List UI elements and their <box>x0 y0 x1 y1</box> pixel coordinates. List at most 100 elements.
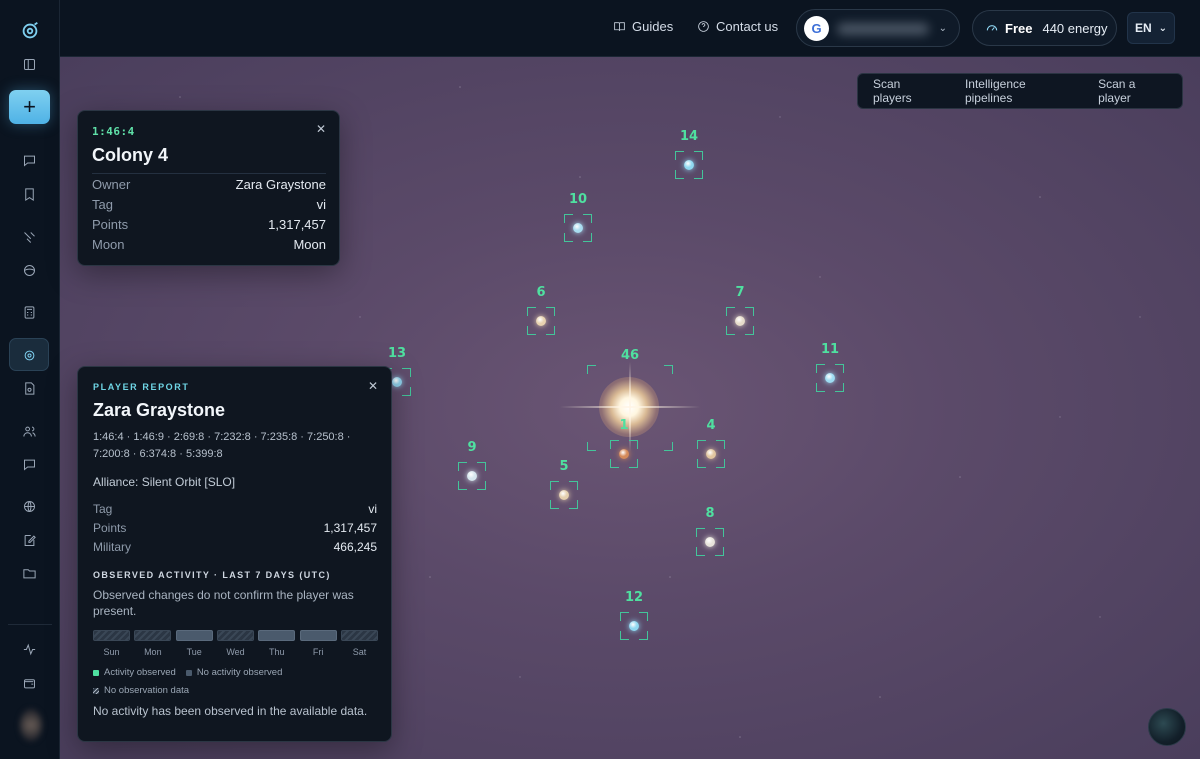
wallet-icon[interactable] <box>16 669 44 697</box>
bracket <box>816 383 825 392</box>
close-icon[interactable]: ✕ <box>368 379 378 393</box>
row-value: vi <box>368 502 377 516</box>
bracket <box>694 151 703 160</box>
planet-slot[interactable]: 6 <box>527 285 555 335</box>
planet <box>684 160 694 170</box>
planet-number: 5 <box>559 459 569 474</box>
chat-icon[interactable] <box>16 146 44 174</box>
row-value: 466,245 <box>333 540 377 554</box>
planet-slot[interactable]: 1 <box>610 418 638 468</box>
row-value: Zara Graystone <box>235 177 326 192</box>
divider <box>92 173 326 174</box>
bracket <box>696 547 705 556</box>
bracket <box>620 631 629 640</box>
row-value: vi <box>316 197 326 212</box>
planet-slot[interactable]: 4 <box>697 418 725 468</box>
colony-coords: 1:46:4 <box>92 125 135 138</box>
bracket <box>639 631 648 640</box>
planet-number: 12 <box>624 590 644 605</box>
day-bar <box>258 630 296 641</box>
contact-link[interactable]: Contact us <box>697 19 778 34</box>
bracket <box>402 368 411 377</box>
bracket <box>675 170 684 179</box>
messages-icon[interactable] <box>16 450 44 478</box>
globe-icon[interactable] <box>16 492 44 520</box>
topbar: Guides Contact us G ⌄ Free 440 energy EN… <box>60 0 1200 57</box>
plan-label: Free <box>1005 20 1033 36</box>
chevron-down-icon: ⌄ <box>1158 22 1168 34</box>
folder-icon[interactable] <box>16 559 44 587</box>
planet <box>825 373 835 383</box>
bracket <box>639 612 648 621</box>
sidebar-divider <box>8 624 52 625</box>
bracket <box>564 233 573 242</box>
bookmark-icon[interactable] <box>16 180 44 208</box>
guides-link[interactable]: Guides <box>613 19 673 34</box>
map-tabs: Scan players Intelligence pipelines Scan… <box>857 73 1183 109</box>
planet-slot[interactable]: 11 <box>816 342 844 392</box>
report-label: PLAYER REPORT <box>93 382 190 392</box>
help-circle-icon <box>698 21 709 32</box>
language-value: EN <box>1134 21 1152 35</box>
sun-flare <box>629 362 631 452</box>
satellite-icon[interactable] <box>16 223 44 251</box>
energy-badge[interactable]: Free 440 energy <box>972 10 1117 46</box>
tab-intelligence-pipelines[interactable]: Intelligence pipelines <box>953 77 1086 105</box>
tab-scan-a-player[interactable]: Scan a player <box>1086 77 1182 105</box>
gauge-icon <box>986 25 998 31</box>
bracket <box>477 462 486 471</box>
bracket <box>587 442 596 451</box>
orbit-icon[interactable] <box>16 256 44 284</box>
planet-slot[interactable]: 9 <box>458 440 486 490</box>
bracket <box>477 481 486 490</box>
colony-panel: 1:46:4 Colony 4 ✕ Owner Zara Graystone T… <box>77 110 340 266</box>
user-avatar[interactable] <box>20 709 42 741</box>
bracket <box>629 440 638 449</box>
colony-row-moon: Moon Moon <box>92 237 326 252</box>
planet <box>573 223 583 233</box>
planet <box>619 449 629 459</box>
planet-slot[interactable]: 5 <box>550 459 578 509</box>
users-icon[interactable] <box>16 417 44 445</box>
planet-slot[interactable]: 7 <box>726 285 754 335</box>
bracket <box>697 440 706 449</box>
bracket <box>664 365 673 374</box>
bracket <box>726 326 735 335</box>
legend-row: No observation data <box>93 685 282 696</box>
planet-number: 10 <box>568 192 588 207</box>
document-search-icon[interactable] <box>16 374 44 402</box>
day-bar <box>175 630 213 641</box>
language-select[interactable]: EN ⌄ <box>1127 12 1175 44</box>
row-key: Points <box>93 521 127 535</box>
new-item-button[interactable]: + <box>9 90 50 124</box>
planet-slot[interactable]: 10 <box>564 192 592 242</box>
legend-no-activity: No activity observed <box>196 667 283 678</box>
planet-number: 9 <box>467 440 477 455</box>
app-logo-icon[interactable] <box>15 16 45 46</box>
activity-icon[interactable] <box>16 635 44 663</box>
bracket <box>664 442 673 451</box>
planet-slot[interactable]: 12 <box>620 590 648 640</box>
planet-slot[interactable]: 8 <box>696 506 724 556</box>
bracket <box>550 500 559 509</box>
toggle-sidebar-icon[interactable] <box>16 50 44 78</box>
planet-slot[interactable]: 14 <box>675 129 703 179</box>
bracket <box>835 364 844 373</box>
account-menu[interactable]: G ⌄ <box>796 9 960 47</box>
globe-button[interactable] <box>1148 708 1186 746</box>
close-icon[interactable]: ✕ <box>316 122 326 136</box>
activity-day: Thu <box>258 630 296 657</box>
planet <box>706 449 716 459</box>
activity-note: Observed changes do not confirm the play… <box>93 588 354 618</box>
calculator-icon[interactable] <box>16 298 44 326</box>
player-coords: 1:46:4 · 1:46:9 · 2:69:8 · 7:232:8 · 7:2… <box>93 431 351 460</box>
day-bar <box>134 630 172 641</box>
edit-icon[interactable] <box>16 526 44 554</box>
galaxy-icon[interactable] <box>16 341 44 369</box>
activity-day: Tue <box>175 630 213 657</box>
planet <box>392 377 402 387</box>
row-key: Tag <box>93 502 113 516</box>
day-bar <box>299 630 337 641</box>
activity-title: OBSERVED ACTIVITY · LAST 7 DAYS (UTC) <box>93 570 331 580</box>
tab-scan-players[interactable]: Scan players <box>858 77 953 105</box>
